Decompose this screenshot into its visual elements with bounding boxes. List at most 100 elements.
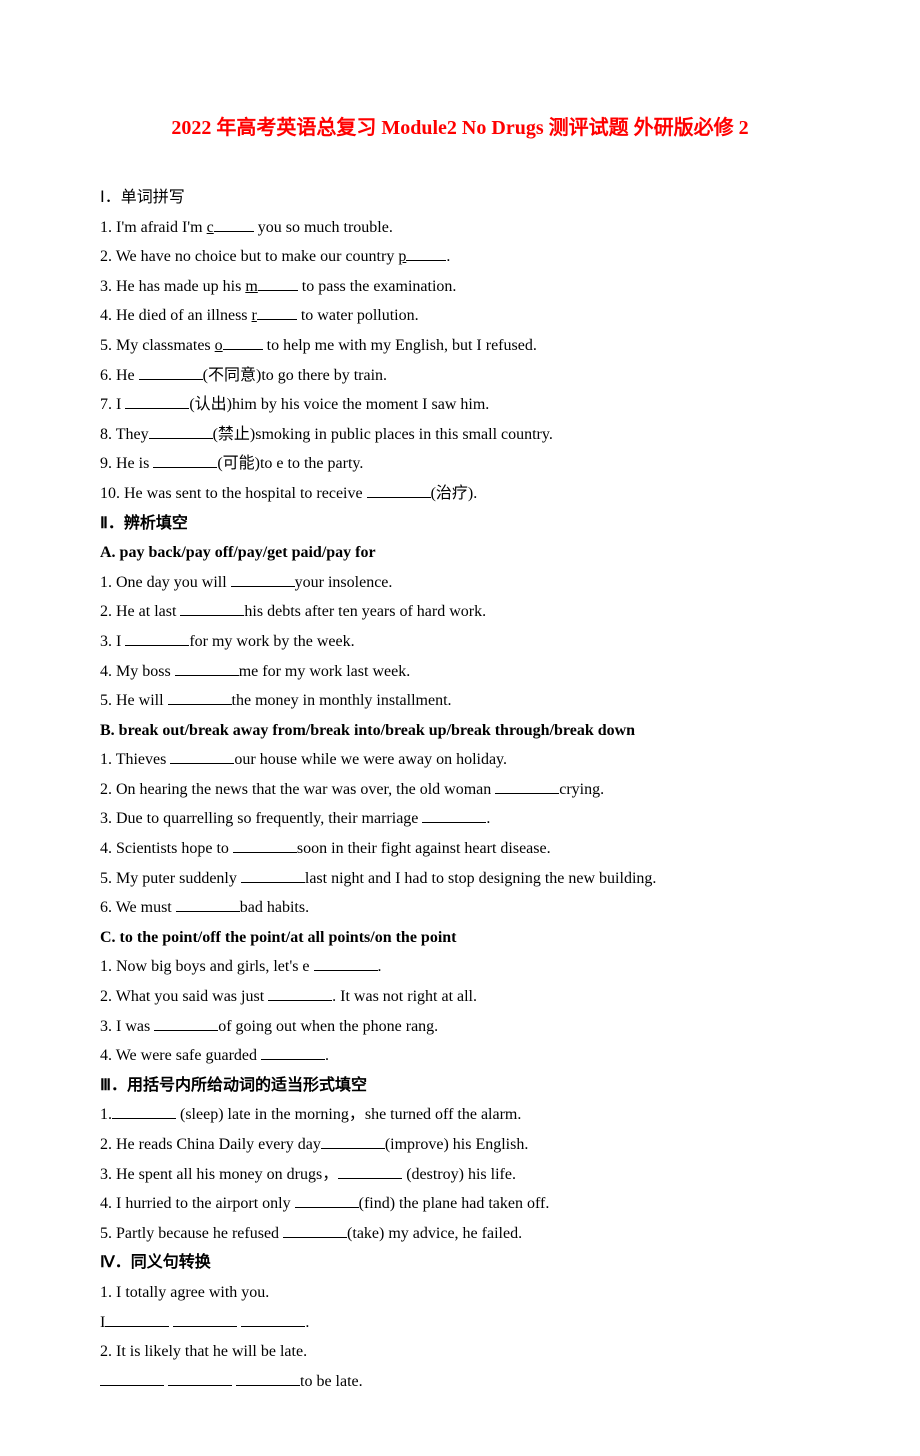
s2A-q2: 2. He at last his debts after ten years …	[100, 597, 820, 627]
section-1-head: Ⅰ．单词拼写	[100, 183, 820, 213]
blank	[367, 481, 431, 498]
text: (destroy) his life.	[402, 1166, 516, 1183]
s2A-q3: 3. I for my work by the week.	[100, 627, 820, 657]
text: 8. They	[100, 426, 149, 443]
text: 5. My puter suddenly	[100, 870, 241, 887]
s3-q5: 5. Partly because he refused (take) my a…	[100, 1219, 820, 1249]
text: 2. He at last	[100, 603, 180, 620]
underline-letter: m	[245, 278, 257, 295]
blank	[112, 1102, 176, 1119]
s3-q4: 4. I hurried to the airport only (find) …	[100, 1189, 820, 1219]
text: for my work by the week.	[189, 633, 354, 650]
s2C-q3: 3. I was of going out when the phone ran…	[100, 1012, 820, 1042]
text: (治疗).	[431, 485, 478, 502]
s3-q1: 1. (sleep) late in the morning，she turne…	[100, 1100, 820, 1130]
s2B-q5: 5. My puter suddenly last night and I ha…	[100, 864, 820, 894]
text: me for my work last week.	[239, 663, 411, 680]
section-2A-head: A. pay back/pay off/pay/get paid/pay for	[100, 538, 820, 568]
text: 5. Partly because he refused	[100, 1225, 283, 1242]
s1-q3: 3. He has made up his m to pass the exam…	[100, 272, 820, 302]
text: to be late.	[300, 1373, 363, 1390]
s1-q4: 4. He died of an illness r to water poll…	[100, 301, 820, 331]
text: 4. We were safe guarded	[100, 1047, 261, 1064]
s1-q7: 7. I (认出)him by his voice the moment I s…	[100, 390, 820, 420]
s1-q1: 1. I'm afraid I'm c you so much trouble.	[100, 213, 820, 243]
s2C-q2: 2. What you said was just . It was not r…	[100, 982, 820, 1012]
blank	[257, 303, 297, 320]
text: 4. My boss	[100, 663, 175, 680]
blank	[338, 1162, 402, 1179]
text: 2. We have no choice but to make our cou…	[100, 248, 398, 265]
text: 1. Thieves	[100, 751, 170, 768]
underline-letter: o	[215, 337, 223, 354]
underline-letter: p	[398, 248, 406, 265]
text: 1. I'm afraid I'm	[100, 219, 207, 236]
blank	[261, 1043, 325, 1060]
s2B-q6: 6. We must bad habits.	[100, 893, 820, 923]
text: 5. He will	[100, 692, 168, 709]
text: .	[325, 1047, 329, 1064]
text: 1.	[100, 1106, 112, 1123]
blank	[153, 451, 217, 468]
s3-q2: 2. He reads China Daily every day(improv…	[100, 1130, 820, 1160]
text: (improve) his English.	[385, 1136, 529, 1153]
text: 3. He spent all his money on drugs，	[100, 1166, 338, 1183]
s1-q5: 5. My classmates o to help me with my En…	[100, 331, 820, 361]
blank	[314, 954, 378, 971]
text: of going out when the phone rang.	[218, 1018, 438, 1035]
blank	[258, 274, 298, 291]
text: .	[378, 958, 382, 975]
blank	[170, 747, 234, 764]
text: to water pollution.	[297, 307, 419, 324]
section-3-head: Ⅲ．用括号内所给动词的适当形式填空	[100, 1071, 820, 1101]
text: your insolence.	[295, 574, 393, 591]
text: 1. One day you will	[100, 574, 231, 591]
s2B-q4: 4. Scientists hope to soon in their figh…	[100, 834, 820, 864]
text: (禁止)smoking in public places in this sma…	[213, 426, 553, 443]
blank	[125, 629, 189, 646]
text: 4. I hurried to the airport only	[100, 1195, 295, 1212]
text: 4. He died of an illness	[100, 307, 252, 324]
blank	[125, 392, 189, 409]
s1-q8: 8. They (禁止)smoking in public places in t…	[100, 420, 820, 450]
text: 4. Scientists hope to	[100, 840, 233, 857]
blank	[154, 1014, 218, 1031]
section-2C-head: C. to the point/off the point/at all poi…	[100, 923, 820, 953]
blank	[321, 1132, 385, 1149]
s2A-q5: 5. He will the money in monthly installm…	[100, 686, 820, 716]
blank	[214, 215, 254, 232]
text: bad habits.	[240, 899, 309, 916]
blank	[175, 659, 239, 676]
text: (不同意)to go there by train.	[203, 367, 387, 384]
blank	[180, 599, 244, 616]
s4-q2: 2. It is likely that he will be late.	[100, 1337, 820, 1367]
text: (find) the plane had taken off.	[359, 1195, 550, 1212]
blank	[149, 422, 213, 439]
blank	[105, 1310, 169, 1327]
text: to help me with my English, but I refuse…	[263, 337, 537, 354]
text: 3. He has made up his	[100, 278, 245, 295]
text: (可能)to e to the party.	[217, 455, 363, 472]
text: you so much trouble.	[254, 219, 393, 236]
s2B-q3: 3. Due to quarrelling so frequently, the…	[100, 804, 820, 834]
blank	[236, 1369, 300, 1386]
text: .	[486, 810, 490, 827]
blank	[176, 895, 240, 912]
text: 9. He is	[100, 455, 153, 472]
s4-q2-answer: to be late.	[100, 1367, 820, 1397]
blank	[139, 363, 203, 380]
text: (sleep) late in the morning，she turned o…	[176, 1106, 521, 1123]
page-title: 2022 年高考英语总复习 Module2 No Drugs 测评试题 外研版必…	[100, 110, 820, 147]
text: .	[305, 1314, 309, 1331]
blank	[173, 1310, 237, 1327]
blank	[241, 866, 305, 883]
s1-q2: 2. We have no choice but to make our cou…	[100, 242, 820, 272]
text: 2. On hearing the news that the war was …	[100, 781, 495, 798]
s2B-q1: 1. Thieves our house while we were away …	[100, 745, 820, 775]
blank	[231, 570, 295, 587]
text: 10. He was sent to the hospital to recei…	[100, 485, 367, 502]
blank	[422, 806, 486, 823]
text: 7. I	[100, 396, 125, 413]
text: 3. I was	[100, 1018, 154, 1035]
text: crying.	[559, 781, 604, 798]
